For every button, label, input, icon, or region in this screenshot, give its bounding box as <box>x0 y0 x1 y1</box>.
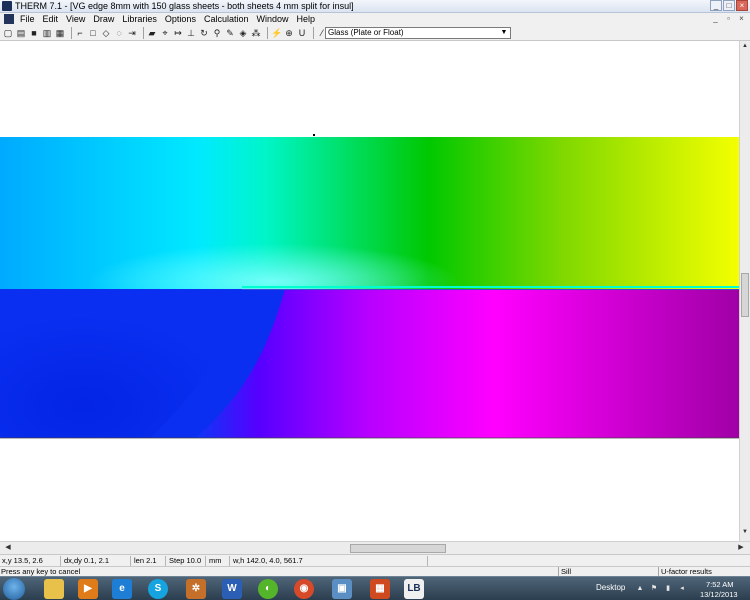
pan-icon[interactable]: ↦ <box>173 28 183 38</box>
skype-icon[interactable]: S <box>148 579 168 599</box>
arc-icon[interactable]: ◌ <box>114 28 124 38</box>
toolbar-separator <box>267 26 268 39</box>
polygon-icon[interactable]: ⌐ <box>75 28 85 38</box>
scroll-up-icon[interactable]: ▲ <box>741 43 749 52</box>
locate-icon[interactable]: ⇥ <box>127 28 137 38</box>
word-icon[interactable]: W <box>222 579 242 599</box>
dxdy-readout: dx,dy 0.1, 2.1 <box>63 556 131 566</box>
drag-icon[interactable]: ◈ <box>238 28 248 38</box>
clock-date[interactable]: 13/12/2013 <box>700 590 738 599</box>
toolbar-separator <box>71 26 72 39</box>
horizontal-scrollbar[interactable]: ◀ ▶ <box>0 541 750 554</box>
units-readout: mm <box>208 556 230 566</box>
calculate-icon[interactable]: ⚡ <box>271 28 282 38</box>
status-bar: Press any key to cancel Sill U-factor re… <box>0 566 750 576</box>
length-readout: len 2.1 <box>133 556 166 566</box>
close-button[interactable]: × <box>736 0 748 11</box>
window-title: THERM 7.1 - [VG edge 8mm with 150 glass … <box>15 1 354 11</box>
show-results-icon[interactable]: ⊕ <box>284 28 294 38</box>
flip-icon[interactable]: ↻ <box>199 28 209 38</box>
explorer-icon[interactable] <box>44 579 64 599</box>
xy-readout: x,y 13.5, 2.6 <box>1 556 61 566</box>
scroll-left-icon[interactable]: ◀ <box>3 543 13 553</box>
taskbar: ▶ e S ✲ W ◐ ◉ ▣ ▦ LB Desktop ▲ ⚑ ▮ ◂ 7:5… <box>0 576 750 600</box>
wh-readout: w,h 142.0, 4.0, 561.7 <box>232 556 428 566</box>
ufactor-status: U-factor results <box>658 567 750 576</box>
clock-time[interactable]: 7:52 AM <box>706 580 734 589</box>
fill-void-icon[interactable]: ▰ <box>147 28 157 38</box>
toolbar-separator <box>143 26 144 39</box>
coordinate-bar: x,y 13.5, 2.6 dx,dy 0.1, 2.1 len 2.1 Ste… <box>0 554 750 566</box>
boundary-icon[interactable]: ⌖ <box>160 28 170 38</box>
vertical-scroll-thumb[interactable] <box>741 273 749 317</box>
menu-edit[interactable]: Edit <box>39 14 63 24</box>
generic-app-icon[interactable]: ✲ <box>186 579 206 599</box>
window-icon[interactable]: ▣ <box>332 579 352 599</box>
toolbar: ▢ ▤ ■ ▥ ▦ ⌐ □ ◇ ◌ ⇥ ▰ ⌖ ↦ ⊥ ↻ ⚲ ✎ ◈ ⁂ ⚡ … <box>0 25 750 41</box>
scroll-down-icon[interactable]: ▼ <box>741 529 749 538</box>
doc-close-button[interactable]: × <box>736 14 747 23</box>
desktop-label[interactable]: Desktop <box>596 583 625 592</box>
menu-options[interactable]: Options <box>161 14 200 24</box>
ie-icon[interactable]: e <box>112 579 132 599</box>
rectangle-icon[interactable]: □ <box>88 28 98 38</box>
menu-help[interactable]: Help <box>293 14 320 24</box>
u-factor-icon[interactable]: U <box>297 28 307 38</box>
vertical-scrollbar[interactable]: ▲ ▼ <box>739 41 750 541</box>
drawing-canvas[interactable] <box>0 41 739 541</box>
save-icon[interactable]: ■ <box>29 28 39 38</box>
pick-material-icon[interactable]: ✎ <box>225 28 235 38</box>
network-icon[interactable]: ▮ <box>664 585 672 593</box>
doc-minimize-button[interactable]: _ <box>710 14 721 23</box>
open-icon[interactable]: ▤ <box>16 28 26 38</box>
therm-icon[interactable]: LB <box>404 579 424 599</box>
status-message: Press any key to cancel <box>1 567 81 576</box>
maximize-button[interactable]: □ <box>723 0 735 11</box>
material-value: Glass (Plate or Float) <box>328 28 404 37</box>
volume-icon[interactable]: ◂ <box>678 585 686 593</box>
boundary-status: Sill <box>558 567 656 576</box>
therm-app-icon <box>2 1 12 11</box>
chrome-icon[interactable]: ◉ <box>294 579 314 599</box>
zoom-icon[interactable]: ⚲ <box>212 28 222 38</box>
minimize-button[interactable]: _ <box>710 0 722 11</box>
rotate-icon[interactable]: ⊥ <box>186 28 196 38</box>
isotherm-plot <box>0 134 739 439</box>
menu-file[interactable]: File <box>16 14 39 24</box>
print-icon[interactable]: ▥ <box>42 28 52 38</box>
scroll-right-icon[interactable]: ▶ <box>736 543 746 553</box>
horizontal-scroll-thumb[interactable] <box>350 544 446 553</box>
calc-icon[interactable]: ▦ <box>55 28 65 38</box>
document-icon[interactable] <box>4 14 14 24</box>
menu-view[interactable]: View <box>62 14 89 24</box>
chevron-down-icon[interactable]: ▼ <box>499 28 509 38</box>
media-player-icon[interactable]: ▶ <box>78 579 98 599</box>
start-button[interactable] <box>3 578 25 600</box>
menu-calculation[interactable]: Calculation <box>200 14 253 24</box>
menu-window[interactable]: Window <box>252 14 292 24</box>
office-icon[interactable]: ▦ <box>370 579 390 599</box>
title-bar: THERM 7.1 - [VG edge 8mm with 150 glass … <box>0 0 750 13</box>
doc-restore-button[interactable]: ▫ <box>723 14 734 23</box>
flag-icon[interactable]: ⚑ <box>650 585 658 593</box>
menu-bar: File Edit View Draw Libraries Options Ca… <box>0 13 750 25</box>
menu-draw[interactable]: Draw <box>89 14 118 24</box>
toolbar-separator <box>313 26 314 39</box>
menu-libraries[interactable]: Libraries <box>118 14 161 24</box>
chevron-up-icon[interactable]: ▲ <box>636 585 644 593</box>
point-icon[interactable]: ◇ <box>101 28 111 38</box>
new-icon[interactable]: ▢ <box>3 28 13 38</box>
material-dropdown[interactable]: Glass (Plate or Float) ▼ <box>325 27 511 39</box>
results-icon[interactable]: ⁂ <box>251 28 261 38</box>
dragon-icon[interactable]: ◐ <box>258 579 278 599</box>
step-readout: Step 10.0 <box>168 556 206 566</box>
